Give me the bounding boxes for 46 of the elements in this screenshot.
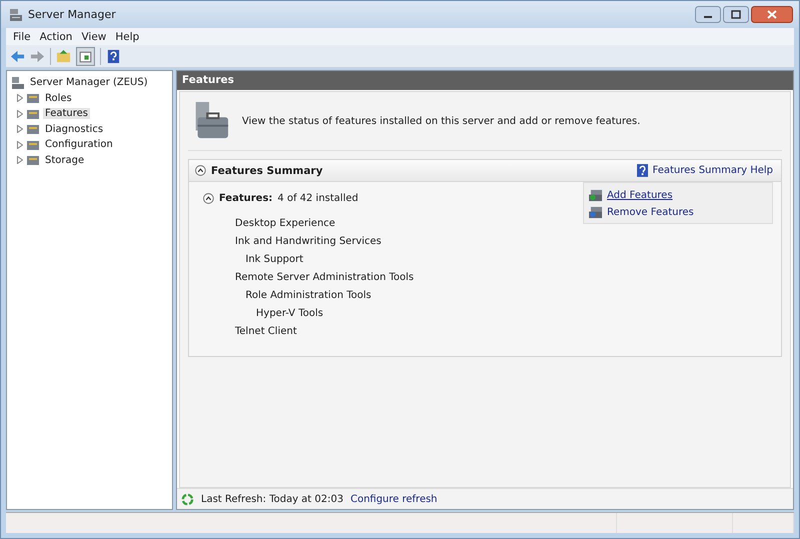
console-tree-icon[interactable]	[76, 46, 95, 66]
collapse-icon[interactable]	[203, 192, 214, 204]
panel-header: Features	[177, 71, 793, 90]
feature-item: Desktop Experience	[235, 218, 336, 228]
feature-item: Remote Server Administration Tools	[235, 272, 414, 282]
tree-item[interactable]: Features	[43, 108, 90, 120]
feature-item: Hyper-V Tools	[256, 308, 324, 318]
feature-item: Ink Support	[246, 254, 304, 264]
help-link[interactable]: Features Summary Help	[652, 165, 773, 176]
folder-up-icon[interactable]	[56, 48, 71, 64]
menu-item[interactable]: Action	[38, 30, 80, 42]
configure-refresh-link[interactable]: Configure refresh	[350, 494, 438, 504]
help-icon[interactable]	[636, 164, 648, 177]
feature-item: Ink and Handwriting Services	[235, 236, 382, 246]
features-count: 4 of 42 installed	[278, 192, 358, 204]
refresh-icon	[181, 492, 194, 506]
folder-icon	[26, 122, 40, 136]
maximize-icon[interactable]	[723, 6, 749, 23]
server-icon	[11, 76, 25, 90]
description-text: View the status of features installed on this server and add or remove features.	[242, 116, 640, 126]
tree-item[interactable]: Configuration	[43, 139, 115, 150]
action-link[interactable]: Remove Features	[607, 207, 694, 218]
menu-item[interactable]: View	[80, 30, 114, 42]
server-remove-icon	[588, 206, 603, 219]
section-title: Features Summary	[211, 164, 323, 176]
minimize-icon[interactable]	[695, 6, 721, 23]
server-add-icon	[588, 189, 603, 202]
menu-item[interactable]: File	[12, 30, 39, 42]
help-icon[interactable]	[106, 48, 121, 64]
features-label: Features:	[219, 192, 273, 204]
folder-icon	[26, 153, 40, 168]
folder-icon	[26, 91, 40, 106]
tree-item[interactable]: Roles	[43, 92, 74, 104]
server-icon	[9, 8, 23, 22]
window-title: Server Manager	[28, 8, 116, 21]
tree-item[interactable]: Diagnostics	[43, 124, 106, 135]
tree-item[interactable]: Server Manager (ZEUS)	[28, 77, 150, 88]
last-refresh-text: Last Refresh: Today at 02:03	[201, 494, 344, 504]
tree-item[interactable]: Storage	[43, 154, 86, 166]
collapse-icon[interactable]	[195, 165, 206, 176]
menu-item[interactable]: Help	[114, 30, 148, 42]
action-link[interactable]: Add Features	[607, 190, 673, 201]
back-arrow-icon[interactable]	[10, 48, 25, 64]
close-icon[interactable]	[751, 6, 793, 23]
feature-item: Role Administration Tools	[246, 290, 372, 300]
feature-item: Telnet Client	[235, 326, 297, 336]
